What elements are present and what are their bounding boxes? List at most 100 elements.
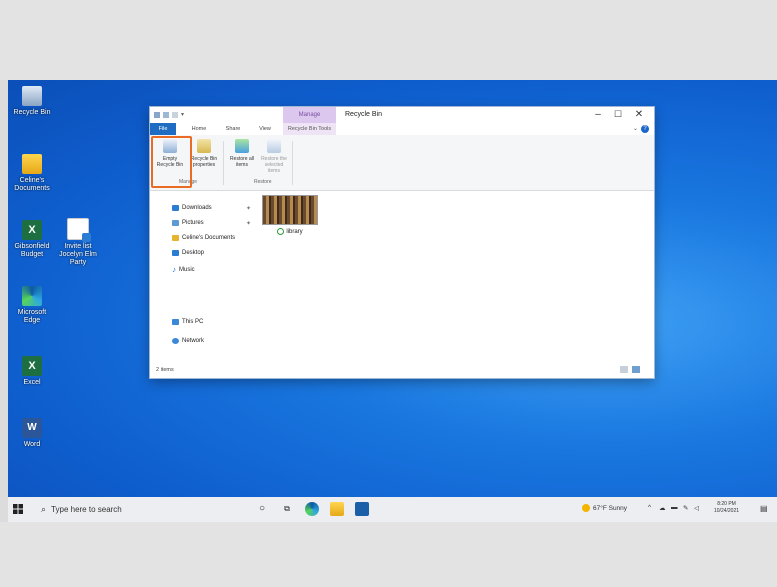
pin-icon: ✦ — [246, 206, 252, 212]
tab-manage[interactable]: Manage — [283, 107, 336, 123]
button-label: Restore the selected items — [261, 156, 287, 174]
large-icons-view-icon[interactable] — [632, 366, 640, 373]
library-thumbnail — [262, 195, 318, 225]
clock[interactable]: 8:20 PM 10/24/2021 — [714, 501, 739, 515]
properties-small-icon[interactable] — [163, 111, 169, 118]
nav-item-network[interactable]: Network — [172, 338, 204, 344]
notifications-icon[interactable]: ▤ — [760, 504, 768, 513]
excel-icon: X — [22, 356, 42, 376]
nav-item-label: Downloads — [182, 205, 212, 211]
button-label: Recycle Bin properties — [190, 156, 218, 168]
button-label: Restore all items — [230, 156, 254, 168]
desktop-icon-label: Invite list Jocelyn Elm Party — [59, 243, 97, 266]
nav-item-pictures[interactable]: Pictures — [172, 220, 204, 226]
navigation-pane: Downloads ✦ Pictures ✦ Celine's Document… — [150, 191, 260, 361]
folder-icon — [172, 235, 179, 241]
weather-widget[interactable]: 67°F Sunny — [582, 504, 627, 512]
file-name: library — [286, 228, 303, 235]
chevron-down-icon[interactable]: ▾ — [181, 111, 184, 118]
sync-status-icon — [277, 228, 285, 235]
desktop-icon-label: Celine's Documents — [14, 177, 50, 192]
help-icon[interactable]: ? — [641, 125, 649, 133]
file-label-row: library — [262, 228, 318, 235]
quick-access-toolbar: ▾ — [154, 111, 184, 118]
tab-file[interactable]: File — [150, 123, 176, 135]
downloads-icon — [172, 205, 179, 211]
item-count: 2 items — [156, 367, 174, 373]
new-folder-small-icon[interactable] — [172, 111, 178, 118]
mail-taskbar-icon[interactable] — [355, 502, 369, 516]
nav-item-celines-documents[interactable]: Celine's Documents — [172, 235, 235, 241]
search-placeholder: Type here to search — [51, 505, 122, 514]
group-separator — [292, 141, 293, 185]
chevron-up-icon[interactable]: ^ — [648, 504, 651, 511]
clock-date: 10/24/2021 — [714, 508, 740, 514]
edge-taskbar-icon[interactable] — [305, 502, 319, 516]
nav-item-desktop[interactable]: Desktop — [172, 250, 204, 256]
nav-item-this-pc[interactable]: This PC — [172, 319, 203, 325]
window-title: Recycle Bin — [345, 111, 382, 118]
recycle-bin-icon — [22, 86, 42, 106]
pen-icon[interactable]: ✎ — [683, 504, 688, 512]
desktop-icon — [172, 250, 179, 256]
details-view-icon[interactable] — [620, 366, 628, 373]
restore-selected-items-button[interactable]: Restore the selected items — [260, 139, 288, 174]
desktop-icon-excel[interactable]: X Excel — [10, 356, 54, 387]
cloud-icon[interactable]: ☁ — [659, 504, 666, 512]
desktop-icon-label: Microsoft Edge — [17, 309, 47, 324]
desktop-icon-budget[interactable]: X Gibsonfield Budget — [10, 220, 54, 259]
desktop-icon-celines-documents[interactable]: Celine's Documents — [10, 154, 54, 193]
empty-recycle-bin-highlight — [151, 136, 192, 188]
minimize-button[interactable]: – — [590, 109, 606, 120]
nav-item-label: Music — [179, 266, 195, 273]
nav-item-label: Network — [182, 338, 205, 344]
ribbon: Empty Recycle Bin Recycle Bin properties… — [150, 135, 654, 191]
tab-home[interactable]: Home — [186, 123, 212, 135]
taskbar: ⌕ Type here to search ○ ⧉ 67°F Sunny ^ ☁… — [8, 497, 777, 522]
cortana-icon[interactable]: ○ — [255, 502, 269, 516]
close-button[interactable]: ✕ — [631, 109, 647, 120]
desktop-icon-word[interactable]: W Word — [10, 418, 54, 449]
network-icon — [172, 338, 179, 344]
nav-item-label: Celine's Documents — [182, 235, 236, 241]
excel-file-icon: X — [22, 220, 42, 240]
collapse-ribbon-icon[interactable]: ⌄ — [633, 125, 638, 132]
nav-item-music[interactable]: ♪ Music — [172, 265, 195, 274]
nav-item-label: This PC — [182, 319, 204, 325]
network-tray-icon[interactable]: ▬ — [671, 504, 678, 511]
desktop-icon-edge[interactable]: Microsoft Edge — [10, 286, 54, 325]
desktop-icon-label: Recycle Bin — [13, 109, 51, 116]
desktop-icon-label: Word — [23, 441, 41, 448]
file-item-library[interactable]: library — [262, 191, 318, 235]
restore-selected-icon — [267, 139, 281, 153]
restore-all-icon — [235, 139, 249, 153]
desktop-icon-recycle-bin[interactable]: Recycle Bin — [10, 86, 54, 117]
tab-recycle-bin-tools[interactable]: Recycle Bin Tools — [283, 123, 336, 135]
pictures-icon — [172, 220, 179, 226]
desktop-icon-label: Excel — [23, 379, 41, 386]
outer-frame-bottom — [0, 522, 777, 587]
volume-icon[interactable]: ◁ — [694, 504, 699, 512]
clock-time: 8:20 PM — [717, 501, 736, 507]
file-explorer-taskbar-icon[interactable] — [330, 502, 344, 516]
title-bar: ▾ Manage Recycle Bin – ☐ ✕ — [150, 107, 654, 123]
folder-icon — [22, 154, 42, 174]
group-label-restore: Restore — [254, 179, 272, 185]
maximize-button[interactable]: ☐ — [610, 109, 626, 120]
recycle-bin-small-icon[interactable] — [154, 111, 160, 118]
windows-start-icon[interactable] — [13, 504, 23, 514]
tab-share[interactable]: Share — [220, 123, 246, 135]
tab-view[interactable]: View — [253, 123, 277, 135]
group-separator — [223, 141, 224, 185]
task-view-icon[interactable]: ⧉ — [280, 502, 294, 516]
status-bar: 2 items — [150, 363, 654, 378]
taskbar-search[interactable]: ⌕ Type here to search — [41, 504, 122, 515]
desktop-icon-invite-list[interactable]: Invite list Jocelyn Elm Party — [56, 218, 100, 267]
recycle-bin-properties-button[interactable]: Recycle Bin properties — [190, 139, 218, 168]
sun-icon — [582, 504, 590, 512]
desktop-icon-label: Gibsonfield Budget — [14, 243, 50, 258]
restore-all-items-button[interactable]: Restore all items — [228, 139, 256, 168]
file-explorer-window: ▾ Manage Recycle Bin – ☐ ✕ File Home Sha… — [150, 107, 654, 378]
properties-icon — [197, 139, 211, 153]
nav-item-downloads[interactable]: Downloads — [172, 205, 212, 211]
